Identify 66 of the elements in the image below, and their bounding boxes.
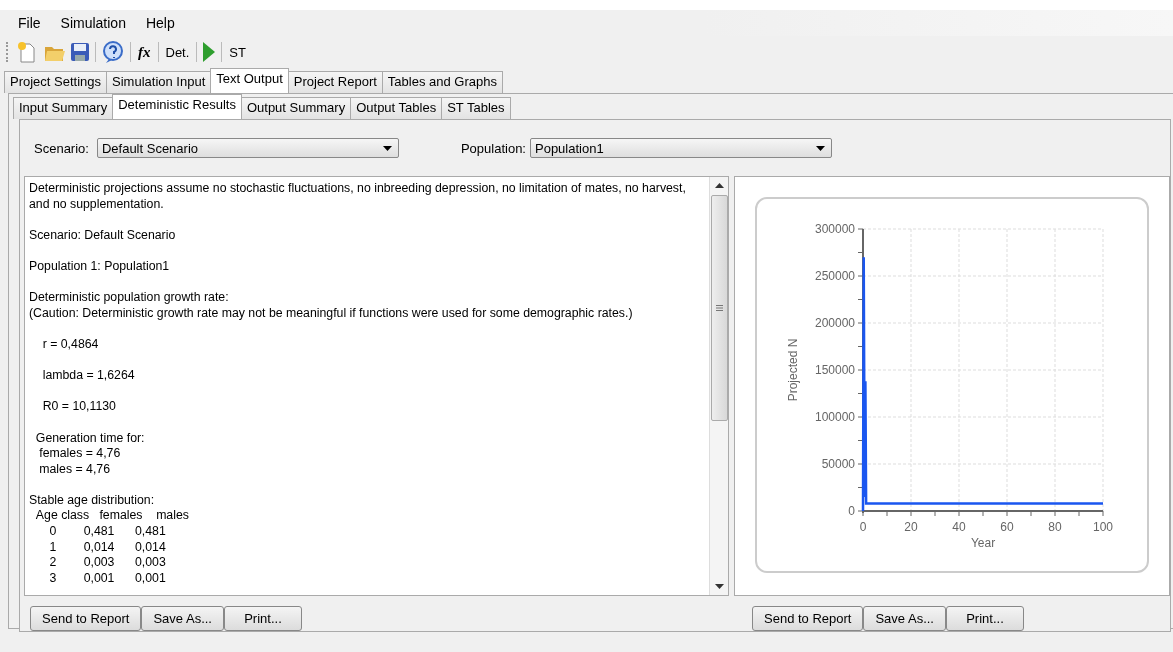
scenario-dropdown[interactable]: Default Scenario <box>96 138 399 158</box>
y-tick-label: 300000 <box>814 222 855 236</box>
tab[interactable]: Deteministic Results <box>112 94 242 119</box>
grip-icon <box>715 305 723 311</box>
tab[interactable]: Tables and Graphs <box>381 71 503 93</box>
action-button[interactable]: Send to Report <box>752 606 864 631</box>
tab[interactable]: Simulation Input <box>106 71 212 93</box>
menu-item[interactable]: Help <box>137 13 183 33</box>
tab[interactable]: Output Summary <box>240 97 352 119</box>
scrollbar[interactable] <box>709 177 728 595</box>
population-dropdown[interactable]: Population1 <box>530 138 832 158</box>
output-text-line: Stable age distribution: <box>29 492 156 509</box>
toolbar-button[interactable]: Det. <box>163 44 192 60</box>
action-button[interactable]: Send to Report <box>30 606 142 631</box>
output-text-line: Deterministic population growth rate: <box>29 290 230 306</box>
x-tick-label: 80 <box>1048 520 1062 534</box>
tab[interactable]: Project Settings <box>4 71 108 93</box>
output-text-line: 1 0,014 0,014 <box>48 539 167 556</box>
tab[interactable]: Output Tables <box>350 97 443 119</box>
output-text-line: Generation time for: <box>34 430 146 447</box>
output-text-line: Scenario: Default Scenario <box>29 227 177 244</box>
caret-icon <box>382 145 392 151</box>
output-text-line: R0 = 10,1130 <box>41 399 117 415</box>
toolbar-button[interactable]: ST <box>227 44 248 60</box>
y-tick-label: 200000 <box>814 316 855 330</box>
scenario-label: Scenario: <box>34 140 89 156</box>
tab[interactable]: ST Tables <box>441 97 511 119</box>
x-tick-label: 20 <box>904 520 918 534</box>
menu-item[interactable]: Simulation <box>52 13 134 33</box>
x-tick-label: 60 <box>1000 520 1014 534</box>
action-button[interactable]: Print... <box>224 606 302 631</box>
x-tick-label: 100 <box>1093 520 1113 534</box>
output-text-line: Population 1: Population1 <box>29 258 171 275</box>
output-text-line: r = 0,4864 <box>41 336 100 353</box>
output-text-line: females = 4,76 <box>38 446 122 462</box>
y-tick-label: 150000 <box>814 363 855 377</box>
action-button[interactable]: Save As... <box>141 606 224 631</box>
output-text-line: 0 0,481 0,481 <box>48 524 167 540</box>
output-text-line: males = 4,76 <box>38 461 111 478</box>
tab[interactable]: Text Output <box>210 68 289 93</box>
text-output-area[interactable] <box>24 176 729 596</box>
output-text-line: Age class females males <box>34 508 190 525</box>
y-tick-label: 50000 <box>821 457 855 471</box>
y-tick-label: 250000 <box>814 269 855 283</box>
menu-item[interactable]: File <box>10 13 49 33</box>
x-tick-label: 0 <box>859 520 867 534</box>
output-text-line: Deterministic projections assume no stochastic fluctuations, no inbreeding depression, no limitation of mates, no harvest, and no supplementation. <box>29 181 687 213</box>
action-button[interactable]: Print... <box>946 606 1024 631</box>
action-button[interactable]: Save As... <box>863 606 946 631</box>
output-text-line: 3 0,001 0,001 <box>48 570 167 587</box>
y-axis-title: Projected N <box>786 338 800 402</box>
tab[interactable]: Input Summary <box>13 97 114 119</box>
population-label: Population: <box>460 140 526 156</box>
output-text-line: 2 0,003 0,003 <box>48 555 167 571</box>
tab[interactable]: Project Report <box>287 71 383 93</box>
x-axis-title: Year <box>970 536 996 550</box>
play-icon[interactable] <box>202 41 217 63</box>
toolbar-button[interactable]: fx <box>136 43 153 61</box>
y-tick-label: 100000 <box>814 410 855 424</box>
x-tick-label: 40 <box>952 520 966 534</box>
caret-icon <box>816 145 825 151</box>
save-icon[interactable] <box>70 42 90 62</box>
help-icon[interactable] <box>101 41 125 63</box>
output-text-line: lambda = 1,6264 <box>41 368 136 384</box>
output-text-line: (Caution: Deterministic growth rate may not be meaningful if functions were used for some demographic rates.) <box>29 305 634 322</box>
y-tick-label: 0 <box>848 504 855 518</box>
